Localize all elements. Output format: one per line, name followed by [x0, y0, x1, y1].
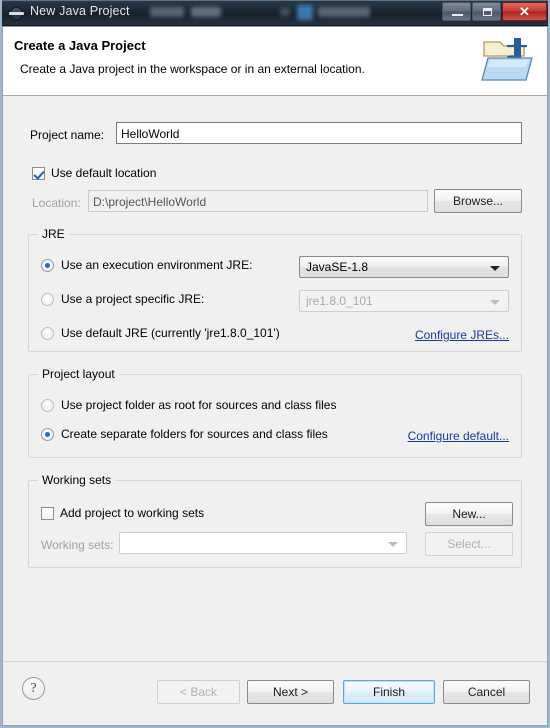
titlebar-artifact	[318, 7, 370, 17]
jre-project-specific-label: Use a project specific JRE:	[61, 292, 205, 306]
project-layout-group-title: Project layout	[38, 367, 119, 381]
working-sets-label: Working sets:	[41, 538, 114, 552]
titlebar-artifact	[191, 7, 221, 17]
window-title: New Java Project	[30, 4, 130, 18]
jre-default-label: Use default JRE (currently 'jre1.8.0_101…	[61, 326, 280, 340]
new-java-project-dialog: New Java Project ✕ Create a Java Project…	[0, 0, 550, 728]
titlebar-artifact	[297, 5, 313, 20]
add-project-to-working-sets-row[interactable]: Add project to working sets	[41, 506, 204, 520]
dialog-header: Create a Java Project Create a Java proj…	[2, 26, 548, 96]
working-sets-combo	[119, 532, 407, 554]
layout-root-row[interactable]: Use project folder as root for sources a…	[41, 398, 336, 412]
java-project-folder-icon	[480, 34, 536, 86]
jre-execution-environment-row[interactable]: Use an execution environment JRE:	[41, 258, 252, 272]
chevron-down-icon	[490, 266, 500, 271]
help-icon[interactable]: ?	[22, 677, 45, 700]
minimize-icon	[452, 14, 463, 16]
page-title: Create a Java Project	[14, 38, 146, 53]
jre-default-radio[interactable]	[41, 326, 54, 340]
configure-jres-link[interactable]: Configure JREs...	[415, 328, 509, 342]
cancel-button[interactable]: Cancel	[443, 680, 530, 704]
maximize-icon	[483, 8, 492, 16]
jre-project-specific-radio[interactable]	[41, 292, 54, 306]
jre-group: JRE Use an execution environment JRE: Ja…	[28, 227, 522, 352]
use-default-location-checkbox[interactable]	[32, 166, 45, 180]
dialog-footer: ? < Back Next > Finish Cancel	[2, 661, 548, 726]
project-name-input[interactable]: HelloWorld	[116, 122, 522, 144]
chevron-down-icon	[388, 542, 398, 547]
jre-group-title: JRE	[38, 227, 69, 241]
use-default-location-label: Use default location	[51, 166, 157, 180]
browse-button: Browse...	[434, 189, 522, 213]
next-button[interactable]: Next >	[247, 680, 334, 704]
select-working-set-button: Select...	[425, 532, 513, 556]
project-specific-jre-value: jre1.8.0_101	[306, 294, 373, 308]
project-specific-jre-combo: jre1.8.0_101	[299, 290, 509, 312]
location-label: Location:	[32, 196, 81, 210]
jre-default-row[interactable]: Use default JRE (currently 'jre1.8.0_101…	[41, 326, 280, 340]
layout-root-radio[interactable]	[41, 398, 54, 412]
execution-environment-combo[interactable]: JavaSE-1.8	[299, 256, 509, 278]
title-bar: New Java Project ✕	[0, 0, 550, 26]
chevron-down-icon	[490, 300, 500, 305]
layout-root-label: Use project folder as root for sources a…	[61, 398, 337, 412]
working-sets-group: Working sets Add project to working sets…	[28, 473, 522, 568]
eclipse-globe-icon	[9, 6, 24, 21]
layout-separate-row[interactable]: Create separate folders for sources and …	[41, 427, 328, 441]
close-icon: ✕	[519, 4, 530, 19]
maximize-button[interactable]	[472, 2, 501, 21]
close-button[interactable]: ✕	[502, 2, 547, 21]
layout-separate-radio[interactable]	[41, 427, 54, 441]
project-layout-group: Project layout Use project folder as roo…	[28, 367, 522, 458]
dialog-body: Project name: HelloWorld Use default loc…	[2, 96, 548, 661]
page-description: Create a Java project in the workspace o…	[20, 62, 365, 76]
new-working-set-button[interactable]: New...	[425, 502, 513, 526]
execution-environment-value: JavaSE-1.8	[306, 260, 369, 274]
jre-execution-environment-label: Use an execution environment JRE:	[61, 258, 253, 272]
configure-default-link[interactable]: Configure default...	[408, 429, 509, 443]
window-controls: ✕	[441, 2, 547, 21]
jre-project-specific-row[interactable]: Use a project specific JRE:	[41, 292, 204, 306]
minimize-button[interactable]	[442, 2, 471, 21]
titlebar-artifact	[280, 8, 290, 16]
location-input: D:\project\HelloWorld	[88, 190, 428, 212]
layout-separate-label: Create separate folders for sources and …	[61, 427, 328, 441]
use-default-location-row[interactable]: Use default location	[32, 166, 156, 180]
project-name-label: Project name:	[30, 128, 105, 142]
back-button: < Back	[157, 680, 240, 704]
titlebar-artifact	[150, 7, 184, 17]
add-project-to-working-sets-checkbox[interactable]	[41, 506, 54, 520]
titlebar-highlight	[0, 0, 550, 1]
add-project-to-working-sets-label: Add project to working sets	[60, 506, 205, 520]
jre-execution-environment-radio[interactable]	[41, 258, 54, 272]
finish-button[interactable]: Finish	[343, 680, 435, 704]
working-sets-group-title: Working sets	[38, 473, 116, 487]
